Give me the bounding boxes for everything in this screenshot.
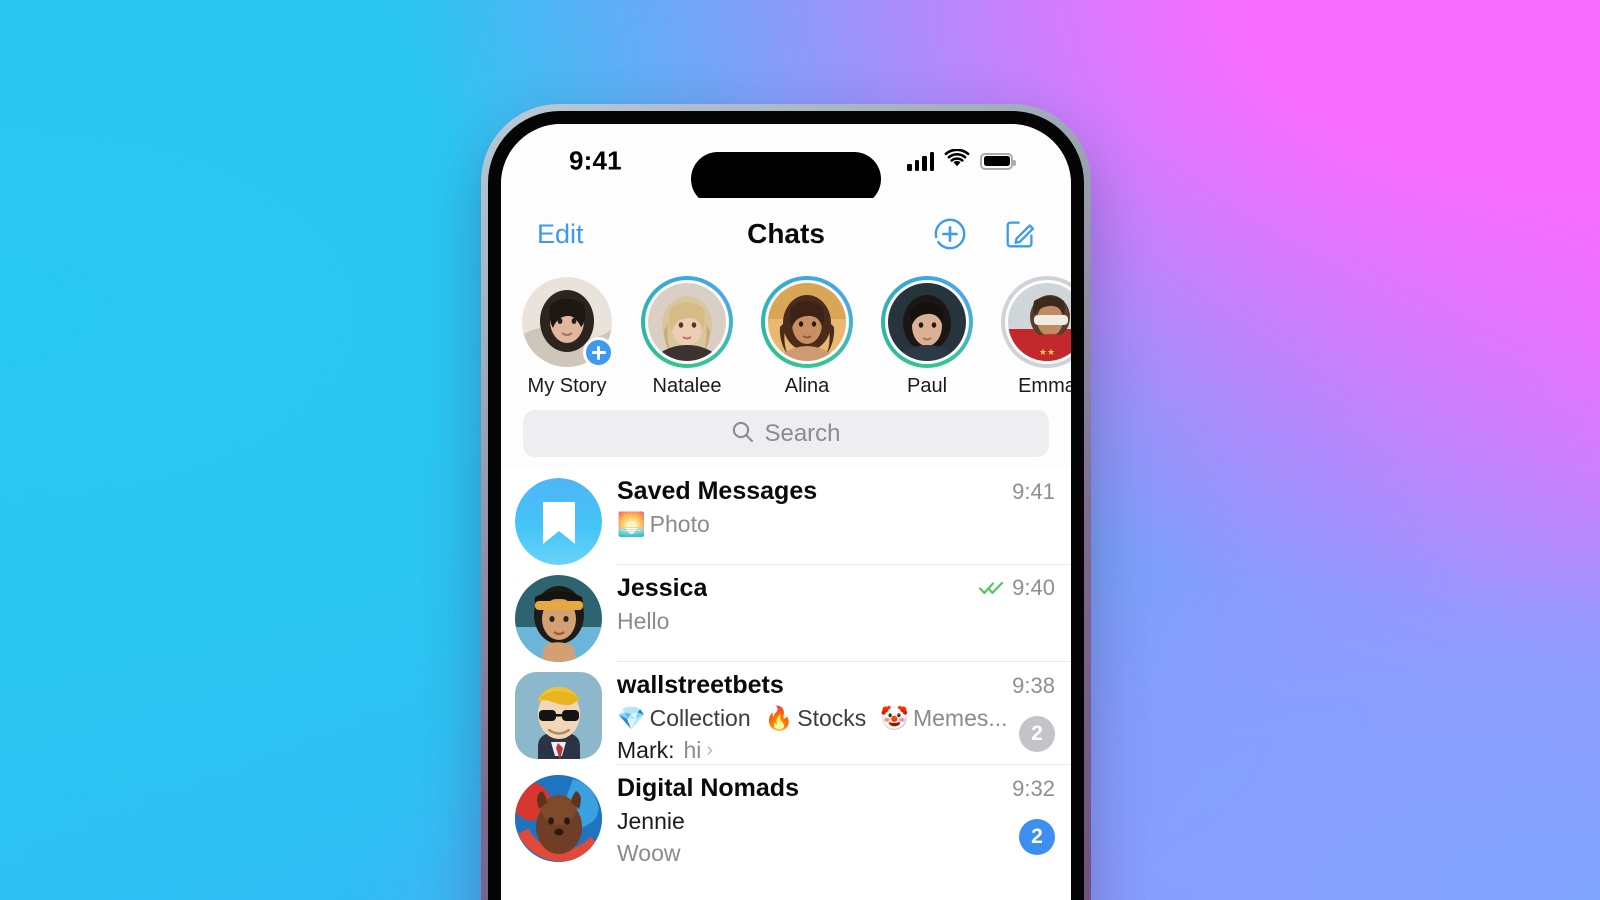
chat-timestamp: 9:40 [1012, 575, 1055, 600]
chat-preview: Woow [617, 840, 1055, 867]
story-item-alina[interactable]: Alina [747, 276, 867, 398]
saved-messages-bookmark-icon [515, 478, 602, 565]
avatar [768, 283, 846, 361]
chat-preview: 🌅 Photo [617, 511, 1055, 538]
topic-label-collection: Collection [649, 705, 751, 731]
chat-preview-text: hi [683, 737, 702, 763]
chevron-right-icon: › [706, 739, 714, 761]
story-name: My Story [527, 375, 607, 397]
topic-label-memes: Memes... [912, 705, 1008, 731]
chat-content: Saved Messages 9:41 🌅 Photo [617, 468, 1071, 565]
avatar [515, 575, 602, 662]
chat-title: wallstreetbets [617, 671, 784, 699]
chat-timestamp: 9:32 [1012, 776, 1055, 801]
status-bar-icons [907, 148, 1016, 173]
unread-badge: 2 [1019, 716, 1055, 752]
chat-row-wallstreetbets[interactable]: wallstreetbets 9:38 💎 Collection 🔥 Stock… [501, 662, 1071, 765]
stories-carousel[interactable]: My Story Natalee Alina Paul ★★ Emma [501, 270, 1071, 406]
chat-content: Jessica 9:40 Hello [617, 565, 1071, 662]
chat-preview-sender: Mark: [617, 737, 675, 763]
story-ring-unseen [881, 276, 973, 368]
story-ring-none [521, 276, 614, 368]
chat-title: Digital Nomads [617, 774, 799, 802]
status-bar-time: 9:41 [569, 145, 622, 176]
edit-button[interactable]: Edit [537, 219, 584, 250]
chat-timestamp: 9:38 [1012, 673, 1055, 698]
photo-thumbnail-emoji: 🌅 [617, 511, 646, 537]
story-name: Emma [1018, 375, 1071, 397]
chat-preview-sender: Jennie [617, 808, 685, 834]
avatar [515, 775, 602, 862]
chat-title: Saved Messages [617, 477, 818, 505]
chat-preview: Mark: hi › [617, 737, 1055, 764]
story-ring-unseen [641, 276, 733, 368]
story-name: Alina [784, 375, 830, 397]
avatar [888, 283, 966, 361]
chat-preview: Hello [617, 608, 1055, 635]
story-item-my-story[interactable]: My Story [507, 276, 627, 398]
story-item-emma[interactable]: ★★ Emma [987, 276, 1071, 398]
topic-emoji-stocks: 🔥 [764, 705, 794, 731]
story-ring-seen: ★★ [1001, 276, 1071, 368]
topic-emoji-memes: 🤡 [880, 705, 909, 731]
story-name: Natalee [652, 375, 722, 397]
avatar [648, 283, 726, 361]
search-icon [731, 420, 754, 448]
story-name: Paul [906, 375, 948, 397]
avatar: ★★ [1008, 283, 1071, 361]
chat-preview-text: Woow [617, 840, 681, 866]
story-item-natalee[interactable]: Natalee [627, 276, 747, 398]
chat-preview-text: Photo [649, 511, 710, 537]
navigation-bar: Edit Chats [501, 198, 1071, 270]
chat-title: Jessica [617, 574, 708, 602]
chat-preview-sender-line: Jennie [617, 808, 1055, 835]
svg-text:★★: ★★ [1039, 347, 1055, 357]
avatar [515, 672, 602, 759]
chat-row-digital-nomads[interactable]: Digital Nomads 9:32 Jennie Woow 2 [501, 765, 1071, 867]
nav-actions [933, 217, 1037, 251]
topic-label-stocks: Stocks [797, 705, 867, 731]
phone-bezel: 9:41 Edit Chats My Story Natalee Alina P… [488, 111, 1084, 900]
compose-pencil-icon[interactable] [1003, 217, 1037, 251]
wallpaper-background: 9:41 Edit Chats My Story Natalee Alina P… [0, 0, 1600, 900]
wifi-icon [944, 148, 970, 173]
phone-device-frame: 9:41 Edit Chats My Story Natalee Alina P… [481, 104, 1091, 900]
add-story-circle-icon[interactable] [933, 217, 967, 251]
cellular-bars-icon [907, 151, 934, 171]
read-receipt-double-check-icon [978, 580, 1005, 596]
add-story-plus-badge[interactable] [583, 337, 614, 368]
chat-content: Digital Nomads 9:32 Jennie Woow 2 [617, 765, 1071, 867]
chat-row-saved-messages[interactable]: Saved Messages 9:41 🌅 Photo [501, 468, 1071, 565]
chat-content: wallstreetbets 9:38 💎 Collection 🔥 Stock… [617, 662, 1071, 765]
chat-row-jessica[interactable]: Jessica 9:40 Hello [501, 565, 1071, 662]
search-placeholder-text: Search [764, 419, 841, 447]
chat-list[interactable]: Saved Messages 9:41 🌅 Photo Jessica 9:40… [501, 468, 1071, 867]
unread-badge: 2 [1019, 819, 1055, 855]
chat-timestamp: 9:41 [1012, 479, 1055, 504]
story-item-paul[interactable]: Paul [867, 276, 987, 398]
avatar [515, 478, 602, 565]
story-ring-unseen [761, 276, 853, 368]
search-bar-container: Search [501, 406, 1071, 468]
chat-preview-text: Hello [617, 608, 670, 634]
search-input[interactable]: Search [523, 410, 1049, 457]
battery-full-icon [980, 152, 1016, 170]
status-bar: 9:41 [501, 124, 1071, 206]
phone-screen: 9:41 Edit Chats My Story Natalee Alina P… [501, 124, 1071, 900]
topic-emoji-collection: 💎 [617, 705, 646, 731]
chat-topics: 💎 Collection 🔥 Stocks 🤡 Memes... [617, 705, 1055, 732]
